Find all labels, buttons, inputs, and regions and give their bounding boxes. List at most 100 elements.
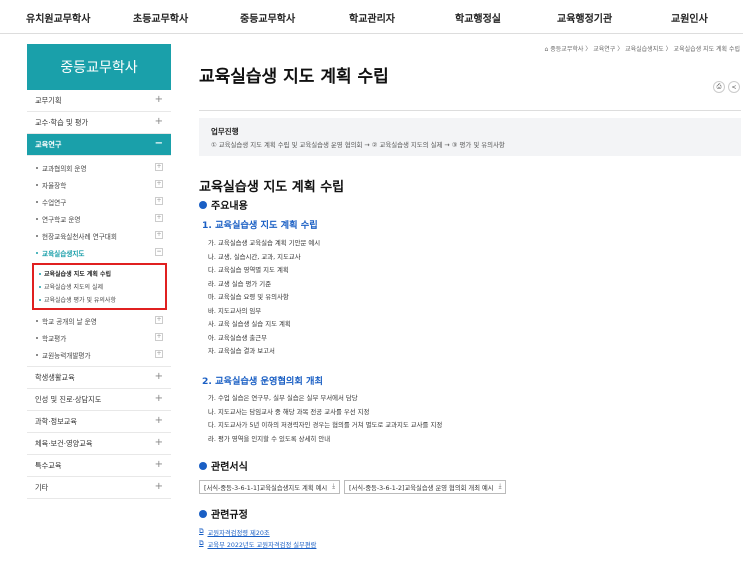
- bullet-icon: [36, 234, 38, 237]
- process-title: 업무진행: [211, 127, 239, 136]
- list-item[interactable]: 나. 교생, 실습시간, 교과, 지도교사: [208, 250, 728, 264]
- sidebar-item-label: 교무기획: [35, 95, 62, 105]
- form-download-button[interactable]: [서식-중등-3-6-1-2]교육실습생 운영 협의회 개최 예시 ⤓: [344, 480, 507, 494]
- content-heading: 주요내용: [199, 197, 248, 212]
- bullet-icon: [36, 217, 38, 220]
- bullet-icon: [39, 272, 41, 275]
- sidebar-item[interactable]: 기타 +: [27, 477, 171, 499]
- expand-icon: +: [155, 231, 163, 239]
- list-item[interactable]: 라. 교생 실습 평가 기준: [208, 277, 728, 291]
- rules-heading: 관련규정: [199, 506, 248, 521]
- forms-list: [서식-중등-3-6-1-1]교육실습생지도 계획 예시 ⤓ [서식-중등-3-6…: [199, 480, 507, 494]
- expand-icon: +: [155, 180, 163, 188]
- list-item[interactable]: 바. 지도교사의 임무: [208, 304, 728, 318]
- sidebar-item[interactable]: 과학·정보교육 +: [27, 411, 171, 433]
- plus-icon: +: [154, 437, 163, 448]
- forms-heading: 관련서식: [199, 458, 248, 473]
- nav-kindergarten[interactable]: 유치원교무학사: [26, 10, 90, 25]
- expand-icon: +: [155, 163, 163, 171]
- bullet-icon: [199, 200, 207, 209]
- process-box: 업무진행 ① 교육실습생 지도 계획 수립 및 교육실습생 운영 협의회 → ②…: [199, 118, 741, 156]
- sidebar-third-item[interactable]: 교육실습생 지도의 실제: [34, 280, 165, 293]
- subsection-title: 1. 교육실습생 지도 계획 수립: [202, 220, 318, 231]
- sidebar-subitem[interactable]: 학교 공개의 날 운영 +: [27, 312, 171, 329]
- process-desc: ① 교육실습생 지도 계획 수립 및 교육실습생 운영 협의회 → ② 교육실습…: [211, 141, 505, 149]
- plus-icon: +: [154, 371, 163, 382]
- external-link-icon: ⧉: [199, 540, 204, 547]
- breadcrumb: ⌂ 중등교무학사 〉 교육연구 〉 교육실습생지도 〉 교육실습생 지도 계획 …: [544, 46, 740, 53]
- form-download-button[interactable]: [서식-중등-3-6-1-1]교육실습생지도 계획 예시 ⤓: [199, 480, 340, 494]
- bullet-icon: [39, 298, 41, 301]
- collapse-icon: −: [155, 248, 163, 256]
- plus-icon: +: [154, 116, 163, 127]
- sidebar-item-active[interactable]: 교육연구 −: [27, 134, 171, 156]
- sidebar: 중등교무학사 교무기획 + 교수·학습 및 평가 + 교육연구 − 교과협의회 운영 +…: [27, 44, 171, 499]
- sidebar-item[interactable]: 특수교육 +: [27, 455, 171, 477]
- sidebar-item[interactable]: 인성 및 진로·상담지도 +: [27, 389, 171, 411]
- list-item[interactable]: 아. 교육실습생 출근부: [208, 331, 728, 345]
- sidebar-item-label: 교수·학습 및 평가: [35, 117, 89, 127]
- list-item: 가. 수업 실습은 연구부, 실무 실습은 실무 부서에서 담당: [208, 394, 358, 403]
- list-item[interactable]: 마. 교육실습 요령 및 유의사항: [208, 290, 728, 304]
- plus-icon: +: [154, 415, 163, 426]
- list-item[interactable]: 다. 교육실습 영역별 지도 계획: [208, 263, 728, 277]
- content-list: 가. 교육실습생 교육실습 계획 기안문 예시 나. 교생, 실습시간, 교과,…: [208, 236, 728, 358]
- sidebar-item-label: 교육연구: [35, 139, 62, 149]
- expand-icon: +: [155, 316, 163, 324]
- nav-elementary[interactable]: 초등교무학사: [133, 10, 188, 25]
- plus-icon: +: [154, 459, 163, 470]
- sidebar-third-item-current[interactable]: 교육실습생 지도 계획 수립: [34, 267, 165, 280]
- bullet-icon: [199, 461, 207, 470]
- plus-icon: +: [154, 393, 163, 404]
- sidebar-item[interactable]: 교수·학습 및 평가 +: [27, 112, 171, 134]
- sidebar-subitem-current[interactable]: 교육실습생지도 −: [27, 244, 171, 261]
- sidebar-subitem[interactable]: 교과협의회 운영 +: [27, 159, 171, 176]
- sidebar-subitem[interactable]: 자율장학 +: [27, 176, 171, 193]
- expand-icon: +: [155, 214, 163, 222]
- list-item: 라. 평가 영역을 인지할 수 있도록 상세히 안내: [208, 434, 331, 443]
- sidebar-subitem[interactable]: 수업연구 +: [27, 193, 171, 210]
- nav-secondary[interactable]: 중등교무학사: [240, 10, 295, 25]
- nav-education-agency[interactable]: 교육행정기관: [557, 10, 612, 25]
- rule-link[interactable]: ⧉ 교육부 2022년도 교원자격검정 실무편람: [199, 538, 316, 550]
- sidebar-subitem[interactable]: 현장교육실천사례 연구대회 +: [27, 227, 171, 244]
- page-title: 교육실습생 지도 계획 수립: [199, 67, 389, 87]
- divider: [199, 110, 741, 111]
- rule-link[interactable]: ⧉ 교원자격검정령 제20조: [199, 526, 316, 538]
- share-icon[interactable]: <: [728, 81, 740, 93]
- sidebar-subitem[interactable]: 연구학교 운영 +: [27, 210, 171, 227]
- subsection-title: 2. 교육실습생 운영협의회 개최: [202, 376, 323, 387]
- expand-icon: +: [155, 197, 163, 205]
- bullet-icon: [39, 285, 41, 288]
- sidebar-subitem[interactable]: 학교평가 +: [27, 329, 171, 346]
- list-item[interactable]: 자. 교육실습 결과 보고서: [208, 344, 728, 358]
- list-item: 나. 지도교사는 담임교사 중 해당 과목 전공 교사를 우선 지정: [208, 407, 370, 416]
- section-title: 교육실습생 지도 계획 수립: [199, 180, 345, 195]
- bullet-icon: [36, 353, 38, 356]
- minus-icon: −: [154, 138, 163, 149]
- expand-icon: +: [155, 350, 163, 358]
- bullet-icon: [36, 200, 38, 203]
- sidebar-item[interactable]: 교무기획 +: [27, 90, 171, 112]
- bullet-icon: [36, 319, 38, 322]
- external-link-icon: ⧉: [199, 528, 204, 535]
- bullet-icon: [36, 336, 38, 339]
- sidebar-third-item[interactable]: 교육실습생 평가 및 유의사항: [34, 293, 165, 306]
- nav-school-admin[interactable]: 학교관리자: [349, 10, 395, 25]
- print-icon[interactable]: ⎙: [713, 81, 725, 93]
- bullet-icon: [36, 166, 38, 169]
- list-item[interactable]: 가. 교육실습생 교육실습 계획 기안문 예시: [208, 236, 728, 250]
- rules-list: ⧉ 교원자격검정령 제20조 ⧉ 교육부 2022년도 교원자격검정 실무편람: [199, 526, 316, 550]
- bullet-icon: [199, 509, 207, 518]
- nav-teacher-hr[interactable]: 교원인사: [671, 10, 708, 25]
- sidebar-subitem[interactable]: 교원능력개발평가 +: [27, 346, 171, 363]
- sidebar-item[interactable]: 체육·보건·영양교육 +: [27, 433, 171, 455]
- bullet-icon: [36, 251, 38, 254]
- sidebar-item[interactable]: 학생생활교육 +: [27, 367, 171, 389]
- download-icon: ⤓: [498, 483, 502, 490]
- list-item[interactable]: 사. 교육 실습생 실습 지도 계획: [208, 317, 728, 331]
- nav-admin-office[interactable]: 학교행정실: [455, 10, 501, 25]
- highlighted-subgroup: 교육실습생 지도 계획 수립 교육실습생 지도의 실제 교육실습생 평가 및 유…: [32, 263, 167, 310]
- plus-icon: +: [154, 94, 163, 105]
- expand-icon: +: [155, 333, 163, 341]
